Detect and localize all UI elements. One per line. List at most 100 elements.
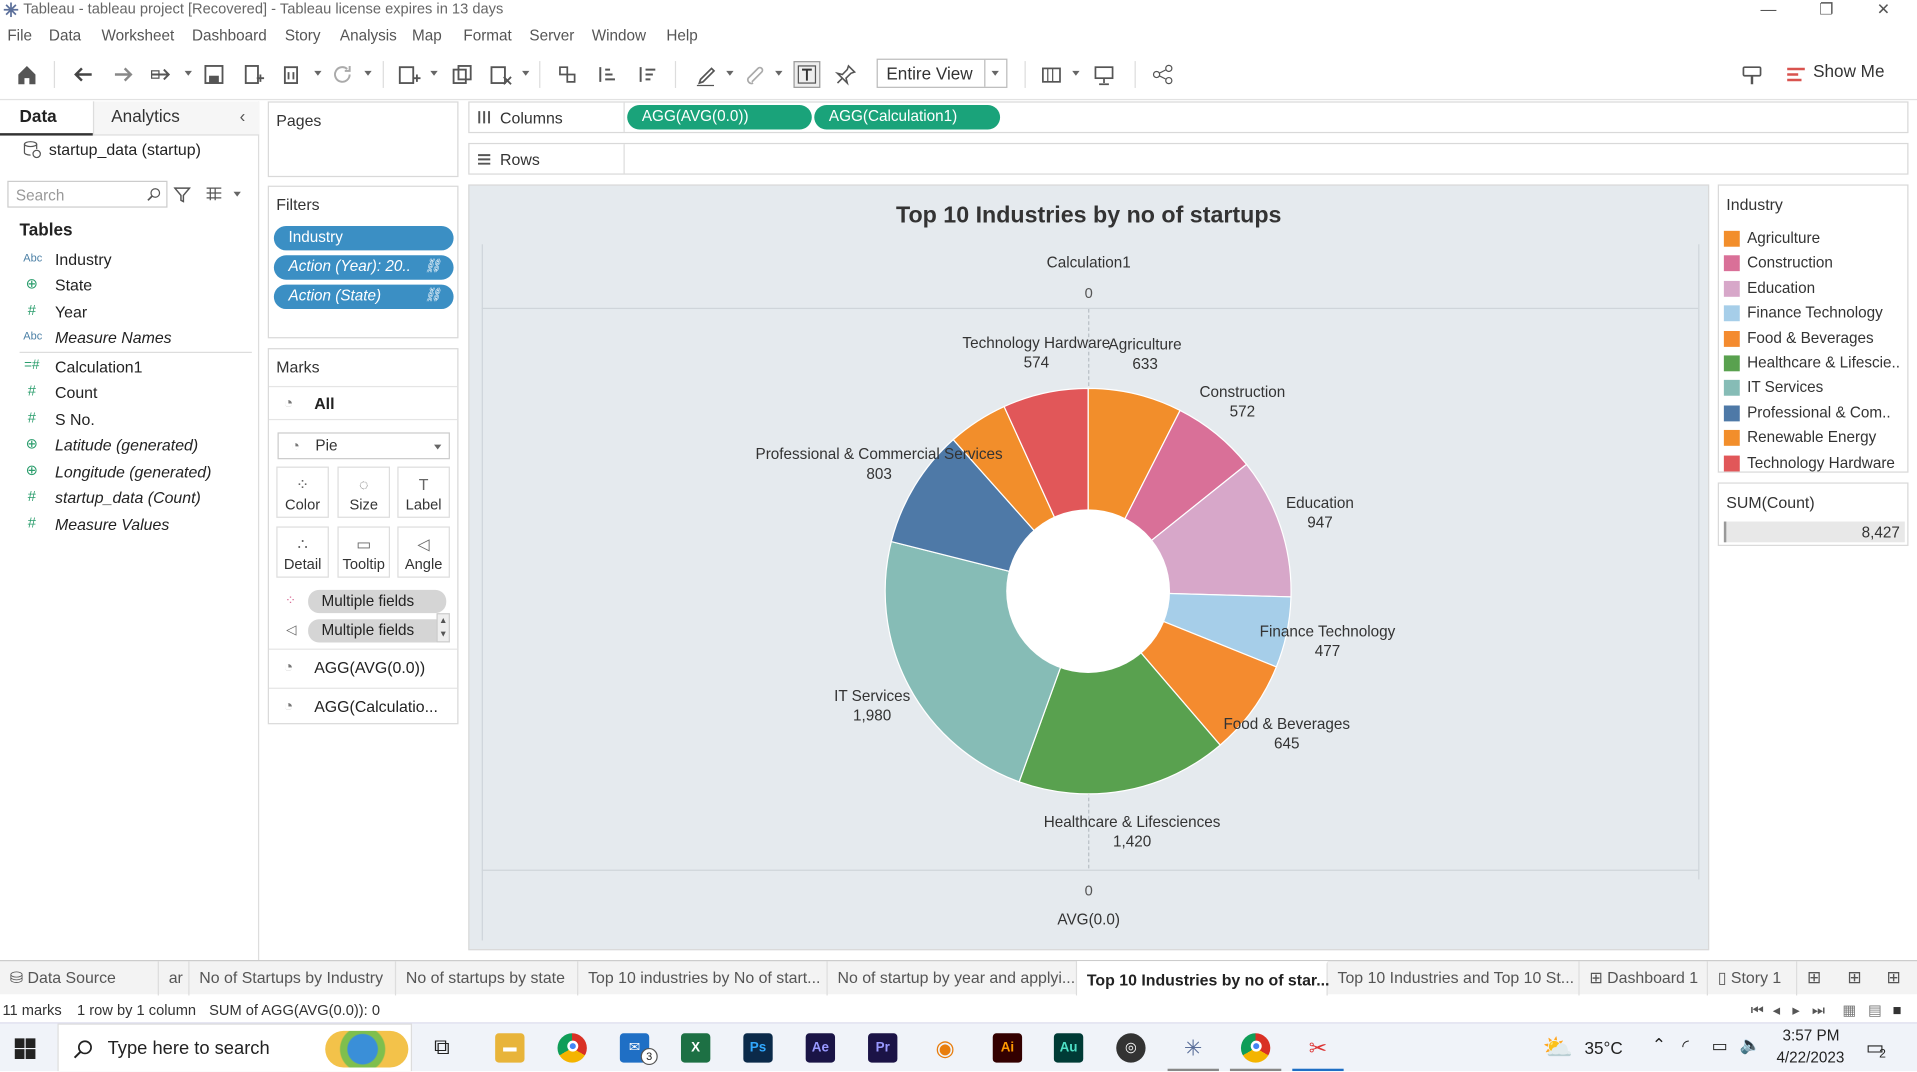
minimize-icon[interactable]: — [1761,0,1777,18]
fix-axes-icon[interactable] [833,61,860,88]
presentation-mode-icon[interactable] [1091,61,1118,88]
new-story-tab-icon[interactable]: ⊞ [1886,967,1900,988]
angle-multiple-fields-pill[interactable]: Multiple fields [308,619,447,643]
label-button[interactable]: T Label [397,466,450,518]
column-pill-calculation1[interactable]: AGG(Calculation1) [814,105,1001,130]
wifi-icon[interactable]: ◜ [1682,1036,1689,1057]
premiere-icon[interactable]: Pr [868,1033,898,1063]
tab-data[interactable]: Data [0,101,93,136]
obs-icon[interactable]: ◎ [1116,1033,1146,1063]
redo-icon[interactable] [110,61,137,88]
tabs-view-icon[interactable]: ■ [1893,1002,1902,1019]
close-icon[interactable]: ✕ [1877,0,1890,20]
search-field[interactable]: Search [7,180,168,208]
filter-icon[interactable] [173,186,191,203]
weather-icon[interactable]: ⛅ [1543,1032,1573,1063]
clear-sheet-icon[interactable] [487,61,514,88]
new-dashboard-tab-icon[interactable]: ⊞ [1847,967,1861,988]
volume-icon[interactable]: 🔈 [1740,1035,1761,1056]
sheet-sorter-icon[interactable]: ▦ [1842,1002,1856,1019]
blender-icon[interactable]: ◉ [930,1033,959,1062]
photoshop-icon[interactable]: Ps [743,1033,773,1063]
audition-icon[interactable]: Au [1053,1033,1084,1063]
columns-shelf[interactable]: Columns AGG(AVG(0.0)) AGG(Calculation1) [468,101,1909,134]
format-workbook-icon[interactable] [1739,61,1766,88]
excel-icon[interactable]: X [680,1033,711,1063]
after-effects-icon[interactable]: Ae [805,1033,836,1063]
filter-pill-industry[interactable]: Industry [273,225,454,251]
menu-story[interactable]: Story [285,27,321,44]
filters-shelf[interactable]: Filters Industry Action (Year): 20.. ⛓ Ac… [267,185,459,339]
filter-pill-action-year[interactable]: Action (Year): 20.. ⛓ [273,255,454,280]
menu-data[interactable]: Data [49,27,81,44]
new-datasource-icon[interactable] [240,61,267,88]
menu-map[interactable]: Map [412,27,442,44]
tab-analytics[interactable]: Analytics [92,101,260,136]
pause-updates-icon[interactable] [279,61,306,88]
chrome-icon[interactable] [1240,1033,1271,1063]
tableau-taskbar-icon[interactable]: ✳ [1179,1033,1208,1062]
mark-type-dropdown[interactable]: ◔ Pie [277,432,450,460]
tab-no-of-startups-by-industry[interactable]: No of Startups by Industry [190,961,397,996]
sheet-nav-next-icon[interactable]: ▸ [1792,1002,1799,1019]
tab-no-of-startup-by-year[interactable]: No of startup by year and applyi... [828,961,1078,996]
tab-data-source[interactable]: ⛁ Data Source [0,961,159,996]
sheet-nav-first-icon[interactable]: ⏮ [1751,1002,1764,1020]
show-cards-icon[interactable] [1039,61,1066,88]
legend-item[interactable]: Food & Beverages [1723,326,1907,350]
size-button[interactable]: ◌ Size [337,466,391,518]
chrome-icon[interactable] [557,1033,587,1063]
tooltip-button[interactable]: ▭ Tooltip [337,526,391,578]
highlight-icon[interactable] [692,61,719,88]
filmstrip-icon[interactable]: ▤ [1868,1002,1882,1019]
view-options-icon[interactable] [205,187,222,202]
windows-start-icon[interactable] [14,1038,36,1059]
taskbar-search[interactable]: Type here to search [57,1023,413,1072]
clock-time[interactable]: 3:57 PM [1783,1027,1840,1044]
color-button[interactable]: ⁘ Color [276,466,329,518]
tab-top10-industries-by-no-of-start[interactable]: Top 10 industries by No of start... [578,961,828,996]
sheet-nav-prev-icon[interactable]: ◂ [1773,1002,1780,1019]
menu-window[interactable]: Window [592,27,646,44]
sort-ascending-icon[interactable] [594,61,621,88]
menu-worksheet[interactable]: Worksheet [101,27,174,44]
angle-button[interactable]: ◁ Angle [397,526,450,578]
tray-chevron-icon[interactable]: ⌃ [1652,1035,1666,1056]
legend-item[interactable]: Construction [1723,251,1907,275]
show-me-icon[interactable] [1785,61,1807,88]
marks-all-row[interactable]: ◔ All [268,385,458,421]
save-icon[interactable] [201,61,228,88]
tab-top10-industries-by-no-of-star-active[interactable]: Top 10 Industries by no of star... [1077,961,1329,996]
legend-item[interactable]: Technology Hardware [1723,450,1907,474]
sheet-nav-last-icon[interactable]: ⏭ [1812,1002,1825,1020]
replay-icon[interactable] [148,61,175,88]
menu-file[interactable]: File [7,27,32,44]
menu-dashboard[interactable]: Dashboard [192,27,267,44]
filter-pill-action-state[interactable]: Action (State) ⛓ [273,284,454,310]
restore-icon[interactable]: ❐ [1819,0,1833,20]
file-explorer-icon[interactable]: ▬ [495,1033,525,1063]
menu-format[interactable]: Format [463,27,511,44]
clock-date[interactable]: 4/22/2023 [1776,1049,1844,1066]
datasource-name[interactable]: startup_data (startup) [49,140,201,158]
legend-item[interactable]: Renewable Energy [1723,425,1907,449]
worksheet-view[interactable]: Top 10 Industries by no of startups Calc… [468,184,1710,951]
marks-subcard-avg[interactable]: ◔ AGG(AVG(0.0)) [268,648,458,686]
collapse-pane-icon[interactable]: ‹ [240,106,246,126]
show-me-button[interactable]: Show Me [1813,61,1884,81]
group-members-icon[interactable] [742,61,769,88]
legend-item[interactable]: Finance Technology [1723,301,1907,325]
pages-shelf[interactable]: Pages [267,101,459,178]
menu-analysis[interactable]: Analysis [340,27,397,44]
task-view-icon[interactable]: ⧉ [434,1035,450,1061]
marks-subcard-calculation[interactable]: ◔ AGG(Calculatio... [268,687,458,725]
legend-item[interactable]: Healthcare & Lifescie.. [1723,351,1907,375]
legend-item[interactable]: Professional & Com.. [1723,400,1907,424]
column-pill-avg[interactable]: AGG(AVG(0.0)) [627,105,812,130]
refresh-icon[interactable] [329,61,356,88]
show-labels-icon[interactable] [793,61,821,88]
battery-icon[interactable]: ▭ [1712,1036,1728,1057]
share-icon[interactable] [1149,61,1176,88]
swap-icon[interactable] [554,61,581,88]
tab-no-of-startups-by-state[interactable]: No of startups by state [396,961,579,996]
